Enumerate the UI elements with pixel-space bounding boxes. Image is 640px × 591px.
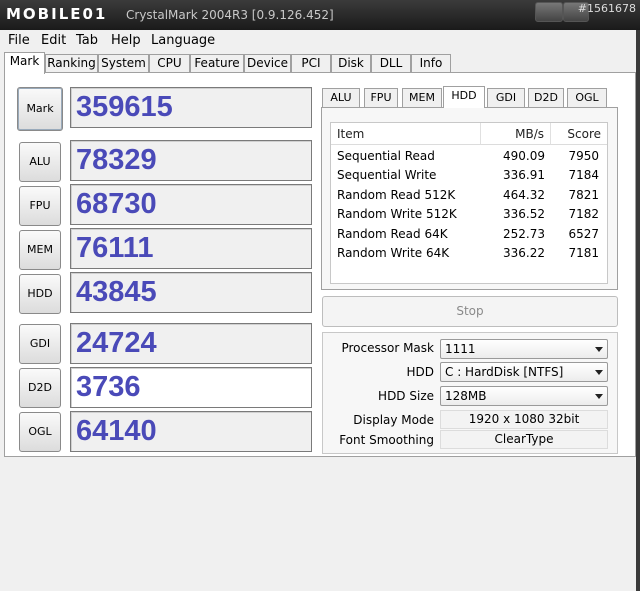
row-mbs: 464.32 bbox=[503, 188, 545, 202]
table-row[interactable]: Random Read 512K 464.32 7821 bbox=[331, 186, 607, 205]
ogl-button[interactable]: OGL bbox=[19, 412, 61, 452]
application-window: MOBILE01 CrystalMark 2004R3 [0.9.126.452… bbox=[0, 0, 640, 591]
subtab-mem[interactable]: MEM bbox=[402, 88, 442, 107]
processor-mask-value: 1111 bbox=[445, 342, 476, 356]
tab-disk[interactable]: Disk bbox=[331, 54, 371, 73]
tab-system[interactable]: System bbox=[98, 54, 149, 73]
subtab-ogl[interactable]: OGL bbox=[567, 88, 607, 107]
d2d-button[interactable]: D2D bbox=[19, 368, 61, 408]
table-row[interactable]: Random Write 64K 336.22 7181 bbox=[331, 244, 607, 263]
tab-info[interactable]: Info bbox=[411, 54, 451, 73]
row-score: 7821 bbox=[568, 188, 599, 202]
column-header-score[interactable]: Score bbox=[551, 123, 607, 145]
hdd-size-select[interactable]: 128MB bbox=[440, 386, 608, 406]
tab-ranking[interactable]: Ranking bbox=[45, 54, 98, 73]
column-header-mbs[interactable]: MB/s bbox=[481, 123, 551, 145]
watermark-id: #1561678 bbox=[577, 2, 636, 15]
row-item: Random Read 512K bbox=[337, 188, 456, 202]
tab-dll[interactable]: DLL bbox=[371, 54, 411, 73]
menu-bar: File Edit Tab Help Language bbox=[0, 30, 640, 50]
row-score: 6527 bbox=[568, 227, 599, 241]
alu-button[interactable]: ALU bbox=[19, 142, 61, 182]
mem-button[interactable]: MEM bbox=[19, 230, 61, 270]
stop-button[interactable]: Stop bbox=[322, 296, 618, 327]
watermark-text: MOBILE01 bbox=[6, 5, 108, 23]
table-row[interactable]: Sequential Write 336.91 7184 bbox=[331, 166, 607, 185]
font-smoothing-label: Font Smoothing bbox=[339, 433, 434, 447]
row-mbs: 252.73 bbox=[503, 227, 545, 241]
row-item: Random Write 64K bbox=[337, 246, 450, 260]
row-score: 7181 bbox=[568, 246, 599, 260]
d2d-score: 3736 bbox=[70, 367, 312, 408]
hdd-score: 43845 bbox=[70, 272, 312, 313]
row-score: 7950 bbox=[568, 149, 599, 163]
table-row[interactable]: Sequential Read 490.09 7950 bbox=[331, 147, 607, 166]
title-bar[interactable]: MOBILE01 CrystalMark 2004R3 [0.9.126.452… bbox=[0, 0, 640, 30]
row-item: Random Write 512K bbox=[337, 207, 457, 221]
subtab-d2d[interactable]: D2D bbox=[528, 88, 564, 107]
processor-mask-label: Processor Mask bbox=[341, 341, 434, 355]
subtab-hdd[interactable]: HDD bbox=[443, 86, 485, 108]
display-mode-label: Display Mode bbox=[353, 413, 434, 427]
menu-help[interactable]: Help bbox=[111, 33, 141, 48]
mark-score: 359615 bbox=[70, 87, 312, 128]
hdd-size-value: 128MB bbox=[445, 389, 487, 403]
watermark-logo: MOBILE01 bbox=[4, 3, 122, 27]
menu-tab[interactable]: Tab bbox=[76, 33, 98, 48]
tab-device[interactable]: Device bbox=[244, 54, 291, 73]
display-mode-value: 1920 x 1080 32bit bbox=[440, 410, 608, 429]
fpu-score: 68730 bbox=[70, 184, 312, 225]
processor-mask-select[interactable]: 1111 bbox=[440, 339, 608, 359]
row-item: Random Read 64K bbox=[337, 227, 448, 241]
window-frame-right bbox=[636, 30, 640, 591]
tab-feature[interactable]: Feature bbox=[190, 54, 244, 73]
subtab-alu[interactable]: ALU bbox=[322, 88, 360, 107]
fpu-button[interactable]: FPU bbox=[19, 186, 61, 226]
alu-score: 78329 bbox=[70, 140, 312, 181]
table-row[interactable]: Random Read 64K 252.73 6527 bbox=[331, 225, 607, 244]
subtab-fpu[interactable]: FPU bbox=[364, 88, 398, 107]
tab-pci[interactable]: PCI bbox=[291, 54, 331, 73]
hdd-size-label: HDD Size bbox=[378, 389, 434, 403]
menu-edit[interactable]: Edit bbox=[41, 33, 66, 48]
row-mbs: 336.22 bbox=[503, 246, 545, 260]
gdi-button[interactable]: GDI bbox=[19, 324, 61, 364]
hdd-label: HDD bbox=[406, 365, 434, 379]
subtab-gdi[interactable]: GDI bbox=[487, 88, 525, 107]
row-mbs: 336.91 bbox=[503, 168, 545, 182]
ogl-score: 64140 bbox=[70, 411, 312, 452]
mem-score: 76111 bbox=[70, 228, 312, 269]
chevron-down-icon bbox=[595, 394, 603, 399]
font-smoothing-value: ClearType bbox=[440, 430, 608, 449]
table-row[interactable]: Random Write 512K 336.52 7182 bbox=[331, 205, 607, 224]
tab-cpu[interactable]: CPU bbox=[149, 54, 190, 73]
menu-language[interactable]: Language bbox=[151, 33, 215, 48]
window-bottom-area bbox=[0, 458, 640, 591]
row-score: 7184 bbox=[568, 168, 599, 182]
row-item: Sequential Write bbox=[337, 168, 437, 182]
menu-file[interactable]: File bbox=[8, 33, 30, 48]
mark-button[interactable]: Mark bbox=[17, 87, 63, 131]
row-item: Sequential Read bbox=[337, 149, 435, 163]
hdd-results-table: Item MB/s Score Sequential Read 490.09 7… bbox=[330, 122, 608, 284]
row-mbs: 490.09 bbox=[503, 149, 545, 163]
row-mbs: 336.52 bbox=[503, 207, 545, 221]
minimize-button[interactable] bbox=[535, 2, 563, 22]
column-header-item[interactable]: Item bbox=[331, 123, 481, 145]
gdi-score: 24724 bbox=[70, 323, 312, 364]
tab-mark[interactable]: Mark bbox=[4, 52, 45, 74]
hdd-select[interactable]: C : HardDisk [NTFS] bbox=[440, 362, 608, 382]
chevron-down-icon bbox=[595, 370, 603, 375]
chevron-down-icon bbox=[595, 347, 603, 352]
hdd-button[interactable]: HDD bbox=[19, 274, 61, 314]
window-title: CrystalMark 2004R3 [0.9.126.452] bbox=[126, 8, 334, 22]
hdd-value: C : HardDisk [NTFS] bbox=[445, 365, 564, 379]
row-score: 7182 bbox=[568, 207, 599, 221]
